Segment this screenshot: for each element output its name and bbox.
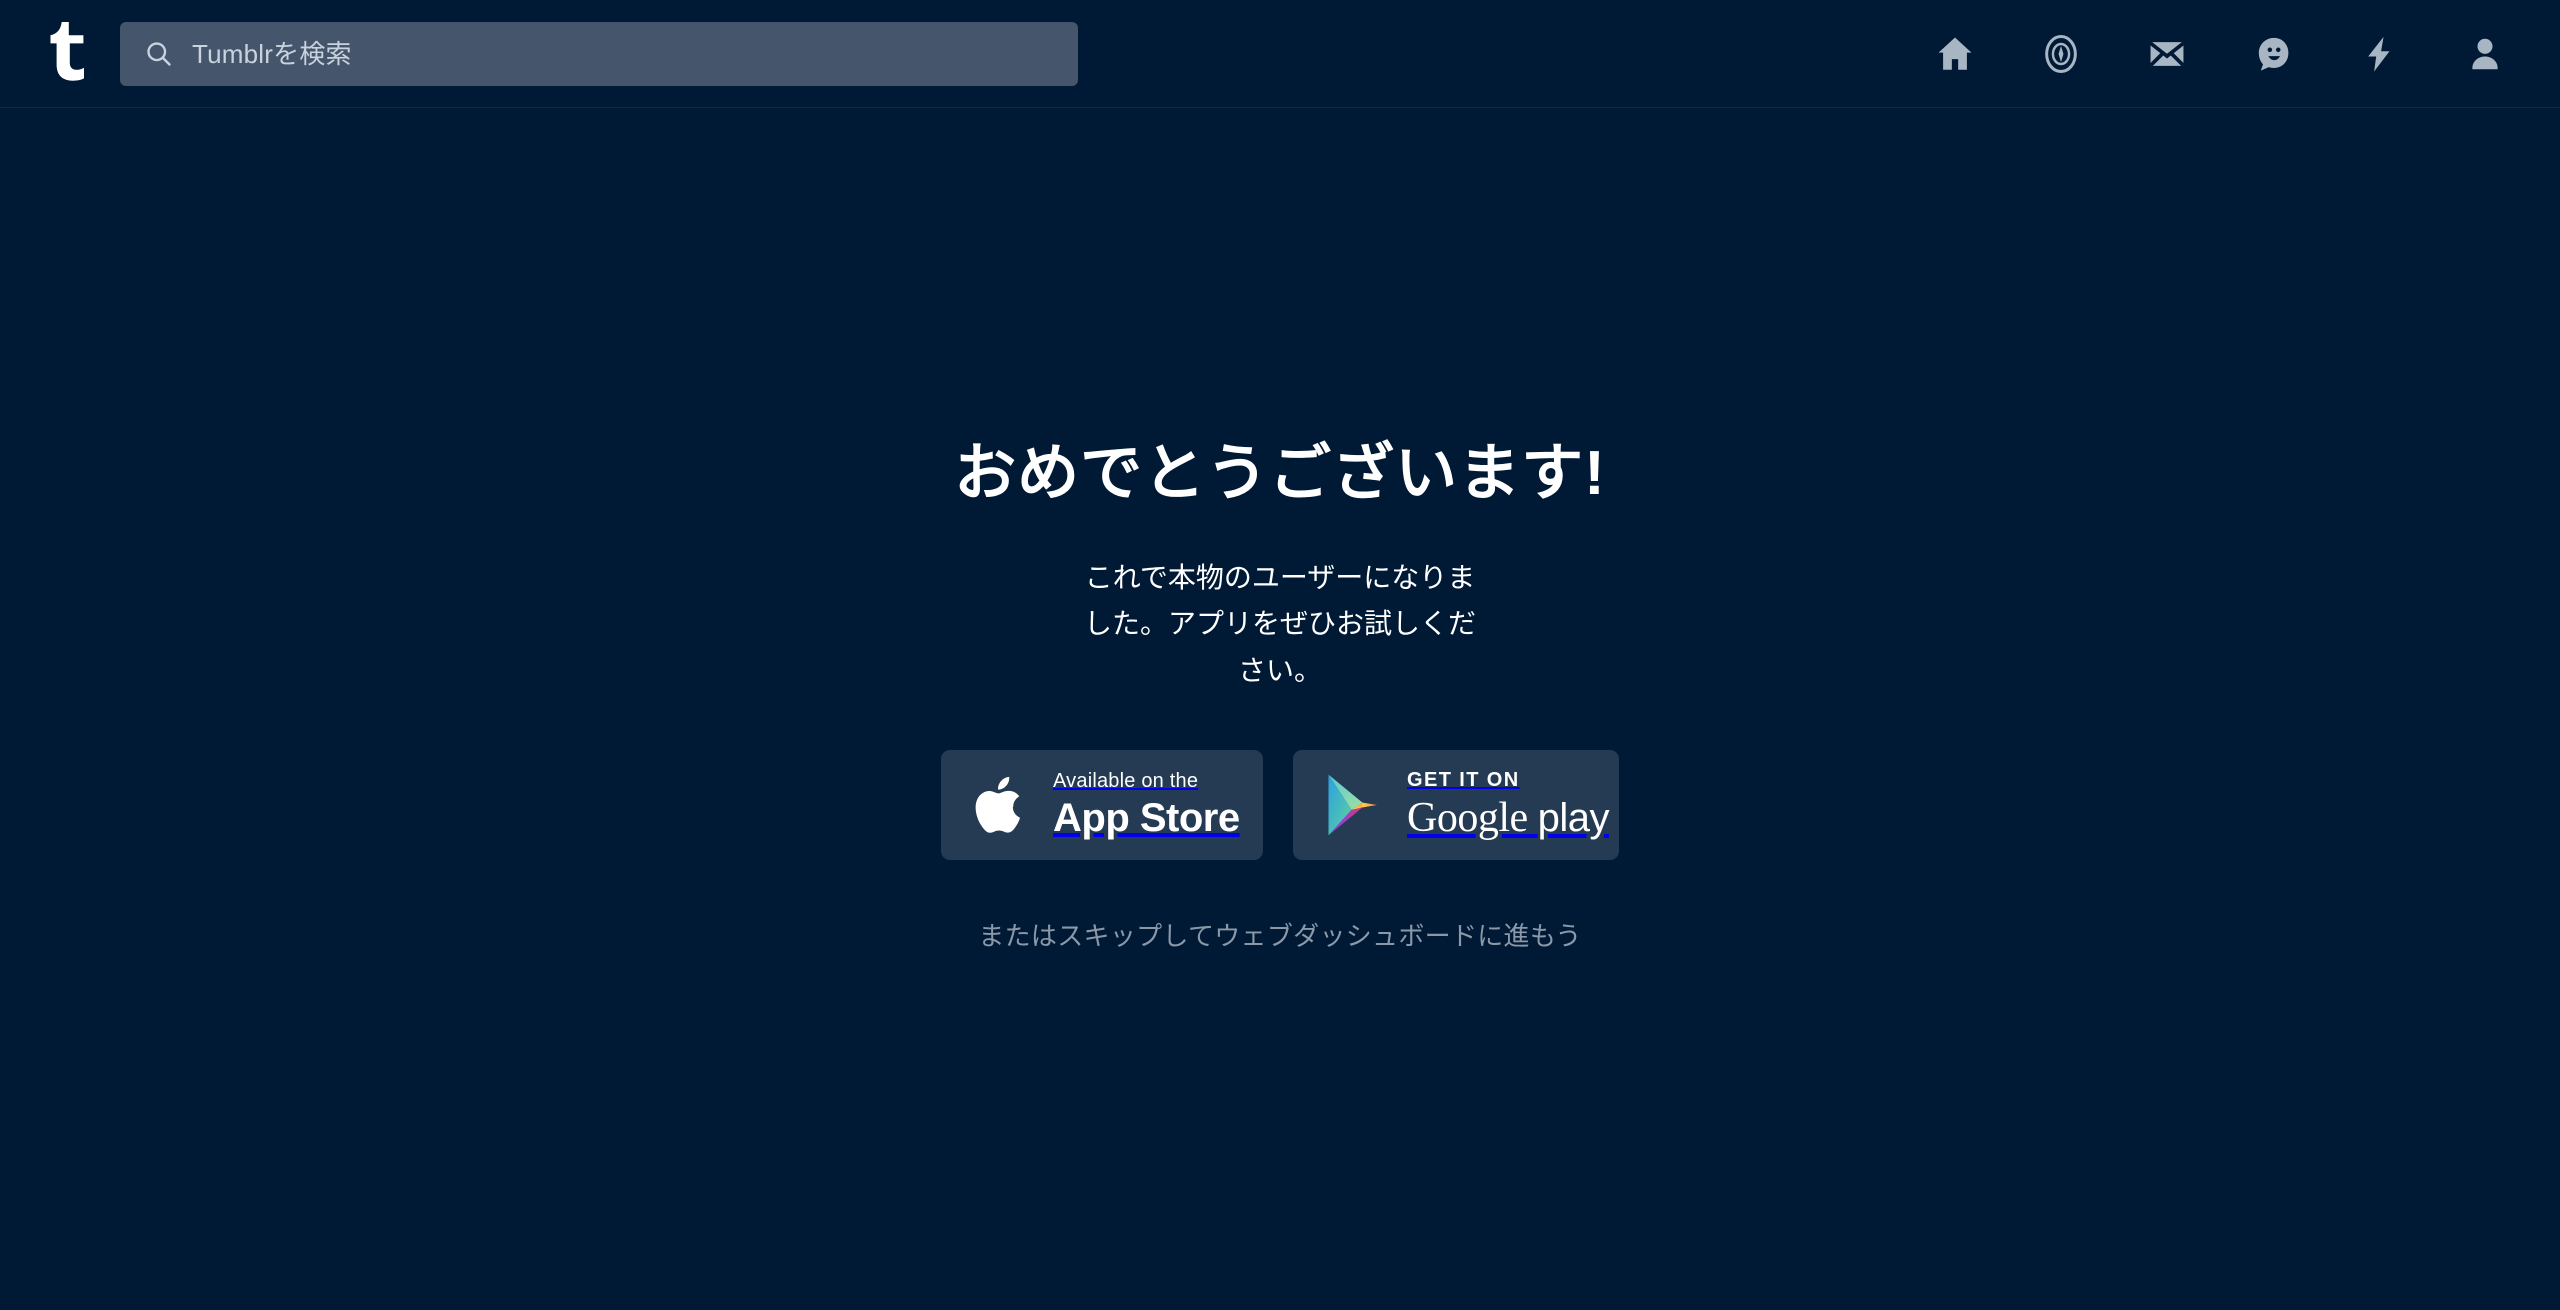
sidebar-item-messages[interactable] <box>2144 31 2190 77</box>
mail-icon <box>2149 41 2185 67</box>
app-store-badge-small-text: Available on the <box>1053 770 1199 793</box>
google-play-wordmark-play: play <box>1537 796 1610 841</box>
search-icon <box>147 42 171 66</box>
sidebar-item-explore[interactable] <box>2038 31 2084 77</box>
top-navigation-bar <box>0 0 2560 108</box>
app-store-badge-text: Available on the App Store <box>1053 771 1240 838</box>
app-store-badge-large-text: App Store <box>1053 796 1240 841</box>
compass-icon <box>2045 35 2077 73</box>
page-title: おめでとうございます! <box>954 439 1606 508</box>
sidebar-item-activity[interactable] <box>2356 31 2402 77</box>
google-play-badge-text: GET IT ON Google play <box>1407 769 1610 842</box>
tumblr-logo[interactable] <box>44 21 84 86</box>
sidebar-item-account[interactable] <box>2462 31 2508 77</box>
chat-smiley-icon <box>2258 37 2289 71</box>
google-play-icon <box>1328 774 1378 836</box>
tumblr-t-icon <box>50 21 84 81</box>
google-play-badge-large-text: Google play <box>1407 795 1610 842</box>
main-content: おめでとうございます! これで本物のユーザーになりました。アプリをぜひお試しくだ… <box>0 108 2560 1310</box>
welcome-panel: おめでとうございます! これで本物のユーザーになりました。アプリをぜひお試しくだ… <box>0 438 2560 953</box>
skip-to-dashboard-link[interactable]: またはスキップしてウェブダッシュボードに進もう <box>978 916 1581 953</box>
search-input[interactable] <box>192 22 1078 86</box>
app-store-badge[interactable]: Available on the App Store <box>941 749 1263 860</box>
nav-icon-group <box>1932 0 2508 108</box>
apple-icon <box>975 776 1021 833</box>
google-play-badge[interactable]: GET IT ON Google play <box>1293 749 1619 860</box>
app-download-badges: Available on the App Store GET IT ON Goo… <box>941 749 1619 860</box>
home-icon <box>1938 37 1972 70</box>
google-play-badge-small-text: GET IT ON <box>1407 769 1520 792</box>
google-play-wordmark-google: Google <box>1407 795 1528 842</box>
sidebar-item-chat[interactable] <box>2250 31 2296 77</box>
search-box[interactable] <box>120 22 1078 86</box>
lightning-icon <box>2368 36 2390 72</box>
sidebar-item-home[interactable] <box>1932 31 1978 77</box>
account-icon <box>2472 38 2498 70</box>
welcome-description: これで本物のユーザーになりました。アプリをぜひお試しください。 <box>1083 562 1476 686</box>
